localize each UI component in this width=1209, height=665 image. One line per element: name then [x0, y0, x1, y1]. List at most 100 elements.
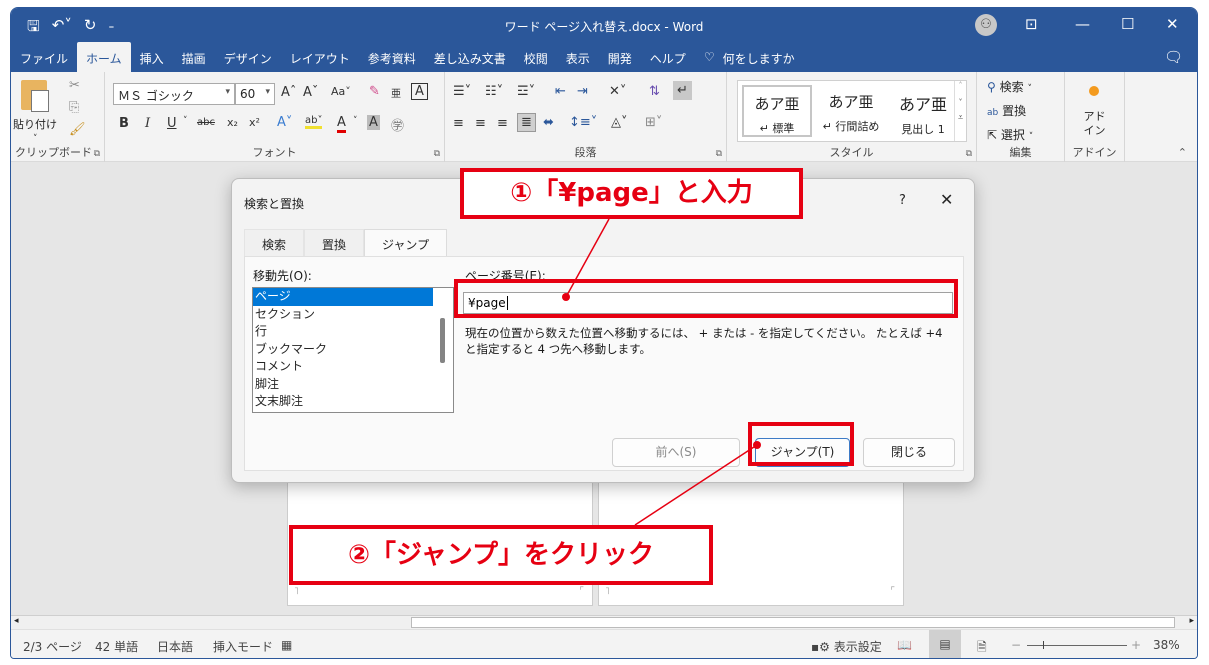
web-layout-icon[interactable]: 🗎	[977, 638, 987, 658]
paste-button[interactable]: 貼り付け	[13, 116, 57, 132]
multilevel-list-icon[interactable]: ☲˅	[517, 84, 535, 99]
addins-button[interactable]: アド イン	[1065, 110, 1124, 138]
grow-font-icon[interactable]: Aˆ	[281, 85, 296, 100]
dialog-launcher-icon[interactable]: ⧉	[966, 149, 972, 159]
maximize-icon[interactable]: ☐	[1121, 15, 1134, 33]
read-mode-icon[interactable]: 📖	[897, 638, 912, 652]
format-painter-icon[interactable]: 🖌	[69, 122, 86, 137]
copy-icon[interactable]: ⎘	[69, 100, 79, 115]
italic-icon[interactable]: I	[145, 116, 150, 131]
select-button[interactable]: ⇱ 選択 ˅	[987, 126, 1033, 143]
distributed-icon[interactable]: ⬌	[543, 115, 554, 130]
tab-goto[interactable]: ジャンプ	[364, 229, 448, 259]
help-button[interactable]: ?	[899, 193, 906, 208]
tab-view[interactable]: 表示	[557, 42, 599, 72]
previous-button[interactable]: 前へ(S)	[612, 438, 740, 467]
tab-mailings[interactable]: 差し込み文書	[425, 42, 515, 72]
borders-icon[interactable]: ⊞˅	[645, 115, 662, 130]
chevron-down-icon[interactable]: ˅	[33, 134, 38, 144]
minimize-icon[interactable]: —	[1075, 15, 1090, 33]
font-size-select[interactable]: 60 ▾	[235, 83, 275, 105]
comments-icon[interactable]: 🗨	[1164, 48, 1183, 66]
tab-review[interactable]: 校閲	[515, 42, 557, 72]
tab-find[interactable]: 検索	[244, 229, 305, 259]
font-color-icon[interactable]: A	[337, 115, 346, 133]
list-item[interactable]: 文末脚注	[253, 393, 433, 411]
list-item[interactable]: 行	[253, 323, 433, 341]
close-button[interactable]: 閉じる	[863, 438, 955, 467]
dialog-launcher-icon[interactable]: ⧉	[434, 149, 440, 159]
tab-home[interactable]: ホーム	[77, 42, 131, 72]
decrease-indent-icon[interactable]: ⇤	[555, 84, 566, 99]
find-button[interactable]: ⚲ 検索 ˅	[987, 78, 1032, 95]
underline-icon[interactable]: U	[167, 116, 177, 131]
character-border-icon[interactable]: A	[411, 83, 428, 100]
text-effects-icon[interactable]: A˅	[277, 115, 292, 130]
tell-me-search[interactable]: ♡ 何をしますか	[695, 42, 804, 72]
dialog-close-icon[interactable]: ✕	[940, 190, 953, 209]
dialog-launcher-icon[interactable]: ⧉	[94, 149, 100, 159]
justify-icon[interactable]: ≣	[517, 113, 536, 132]
tab-help[interactable]: ヘルプ	[641, 42, 695, 72]
ribbon-display-icon[interactable]: ⊡	[1025, 15, 1038, 33]
page-count[interactable]: 2/3 ページ	[23, 638, 82, 655]
increase-indent-icon[interactable]: ⇥	[577, 84, 588, 99]
close-icon[interactable]: ✕	[1166, 15, 1179, 33]
tab-design[interactable]: デザイン	[215, 42, 281, 72]
macro-record-icon[interactable]: ▦	[281, 638, 292, 652]
align-left-icon[interactable]: ≡	[453, 116, 464, 131]
chevron-down-icon[interactable]: ˅	[353, 116, 358, 126]
highlight-color-icon[interactable]: ab˅	[305, 115, 323, 129]
list-item[interactable]: ブックマーク	[253, 341, 433, 359]
account-avatar-icon[interactable]: ⚇	[975, 14, 997, 36]
align-center-icon[interactable]: ≡	[475, 116, 486, 131]
numbering-icon[interactable]: ☷˅	[485, 84, 503, 99]
language-status[interactable]: 日本語	[157, 638, 193, 655]
zoom-slider[interactable]	[1027, 641, 1127, 649]
list-item[interactable]: ページ	[253, 288, 433, 306]
line-spacing-icon[interactable]: ↕≡˅	[569, 115, 597, 130]
show-formatting-marks-icon[interactable]: ↵	[673, 81, 692, 100]
font-name-select[interactable]: ＭＳ ゴシック ▾	[113, 83, 235, 105]
align-right-icon[interactable]: ≡	[497, 116, 508, 131]
change-case-icon[interactable]: Aa˅	[331, 85, 351, 98]
zoom-level[interactable]: 38%	[1153, 638, 1180, 652]
sort-icon[interactable]: ⇅	[649, 84, 660, 99]
bullets-icon[interactable]: ☰˅	[453, 84, 471, 99]
scroll-left-icon[interactable]: ◂	[14, 616, 19, 626]
phonetic-guide-icon[interactable]: 亜	[391, 85, 401, 100]
list-item[interactable]: 脚注	[253, 376, 433, 394]
tab-insert[interactable]: 挿入	[131, 42, 173, 72]
tab-developer[interactable]: 開発	[599, 42, 641, 72]
display-settings-button[interactable]: ▪⚙ 表示設定	[811, 638, 882, 655]
tab-replace[interactable]: 置換	[304, 229, 365, 259]
shrink-font-icon[interactable]: Aˇ	[303, 85, 318, 100]
addins-icon[interactable]	[1089, 86, 1099, 96]
paste-icon[interactable]	[21, 80, 49, 112]
shading-icon[interactable]: ◬˅	[611, 115, 628, 130]
superscript-icon[interactable]: x²	[249, 116, 260, 129]
list-item[interactable]: コメント	[253, 358, 433, 376]
insert-mode-status[interactable]: 挿入モード	[213, 638, 273, 655]
collapse-ribbon-icon[interactable]: ⌃	[1178, 146, 1187, 159]
chevron-down-icon[interactable]: ˅	[183, 116, 188, 126]
cut-icon[interactable]: ✂	[69, 78, 80, 93]
tab-file[interactable]: ファイル	[11, 42, 77, 72]
print-layout-icon[interactable]: ▤	[929, 630, 961, 658]
bold-icon[interactable]: B	[119, 116, 129, 131]
tab-layout[interactable]: レイアウト	[281, 42, 359, 72]
character-shading-icon[interactable]: A	[367, 115, 380, 130]
enclose-characters-icon[interactable]: ㊫	[391, 115, 404, 134]
dialog-launcher-icon[interactable]: ⧉	[716, 149, 722, 159]
word-count[interactable]: 42 単語	[95, 638, 138, 655]
scrollbar-thumb[interactable]	[411, 617, 1175, 628]
subscript-icon[interactable]: x₂	[227, 116, 238, 129]
strikethrough-icon[interactable]: abc	[197, 117, 215, 128]
tab-draw[interactable]: 描画	[173, 42, 215, 72]
list-scrollbar[interactable]	[440, 318, 445, 363]
zoom-in-icon[interactable]: +	[1131, 638, 1141, 652]
horizontal-scrollbar[interactable]: ◂ ▸	[11, 615, 1197, 629]
list-item[interactable]: セクション	[253, 306, 433, 324]
goto-what-list[interactable]: ページ セクション 行 ブックマーク コメント 脚注 文末脚注	[252, 287, 454, 413]
scroll-right-icon[interactable]: ▸	[1189, 616, 1194, 626]
